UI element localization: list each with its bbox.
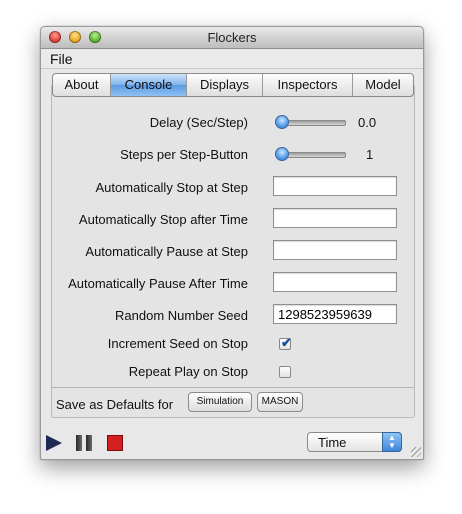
stop-step-field[interactable] <box>273 176 397 196</box>
increment-seed-label: Increment Seed on Stop <box>107 336 248 351</box>
stop-icon[interactable] <box>107 435 123 451</box>
window-title: Flockers <box>207 30 257 45</box>
flockers-window: Flockers File About Console Displays Ins… <box>40 26 424 460</box>
delay-label: Delay (Sec/Step) <box>149 115 248 130</box>
time-select-value: Time <box>318 435 347 450</box>
tab-displays[interactable]: Displays <box>187 74 263 96</box>
save-defaults-label: Save as Defaults for <box>56 397 174 412</box>
pause-icon[interactable] <box>76 435 92 451</box>
pause-step-field[interactable] <box>273 240 397 260</box>
seed-label: Random Number Seed <box>115 308 248 323</box>
control-bar: Time ▲ ▼ <box>41 425 423 459</box>
stop-time-field[interactable] <box>273 208 397 228</box>
pause-time-label: Automatically Pause After Time <box>68 276 248 291</box>
resize-grip-icon[interactable] <box>411 447 421 457</box>
seed-field[interactable] <box>273 304 397 324</box>
select-arrows-icon: ▲ ▼ <box>382 432 402 452</box>
play-icon[interactable] <box>46 435 62 451</box>
stop-step-label: Automatically Stop at Step <box>95 180 248 195</box>
tab-model[interactable]: Model <box>353 74 413 96</box>
increment-seed-checkbox[interactable]: ✔ <box>279 335 292 350</box>
console-panel: Delay (Sec/Step) 0.0 Steps per Step-Butt… <box>51 84 415 418</box>
save-simulation-defaults-button[interactable]: Simulation <box>188 392 252 412</box>
repeat-play-label: Repeat Play on Stop <box>128 364 248 379</box>
steps-label: Steps per Step-Button <box>120 147 248 162</box>
menu-bar: File <box>41 49 423 69</box>
tab-bar: About Console Displays Inspectors Model <box>52 73 414 97</box>
panel-divider <box>52 387 414 388</box>
save-mason-defaults-button[interactable]: MASON <box>257 392 303 412</box>
steps-value: 1 <box>366 147 374 162</box>
stop-time-label: Automatically Stop after Time <box>78 212 248 227</box>
pause-time-field[interactable] <box>273 272 397 292</box>
steps-slider-thumb[interactable] <box>275 147 289 161</box>
menu-file[interactable]: File <box>50 51 73 67</box>
tab-inspectors[interactable]: Inspectors <box>263 74 353 96</box>
delay-slider-thumb[interactable] <box>275 115 289 129</box>
checkmark-icon: ✔ <box>281 335 292 350</box>
repeat-play-checkbox[interactable] <box>279 366 291 378</box>
tab-console[interactable]: Console <box>111 74 187 96</box>
tab-about[interactable]: About <box>53 74 111 96</box>
title-bar[interactable]: Flockers <box>41 27 423 49</box>
time-select[interactable]: Time ▲ ▼ <box>307 432 402 452</box>
delay-value: 0.0 <box>358 115 377 130</box>
pause-step-label: Automatically Pause at Step <box>85 244 248 259</box>
